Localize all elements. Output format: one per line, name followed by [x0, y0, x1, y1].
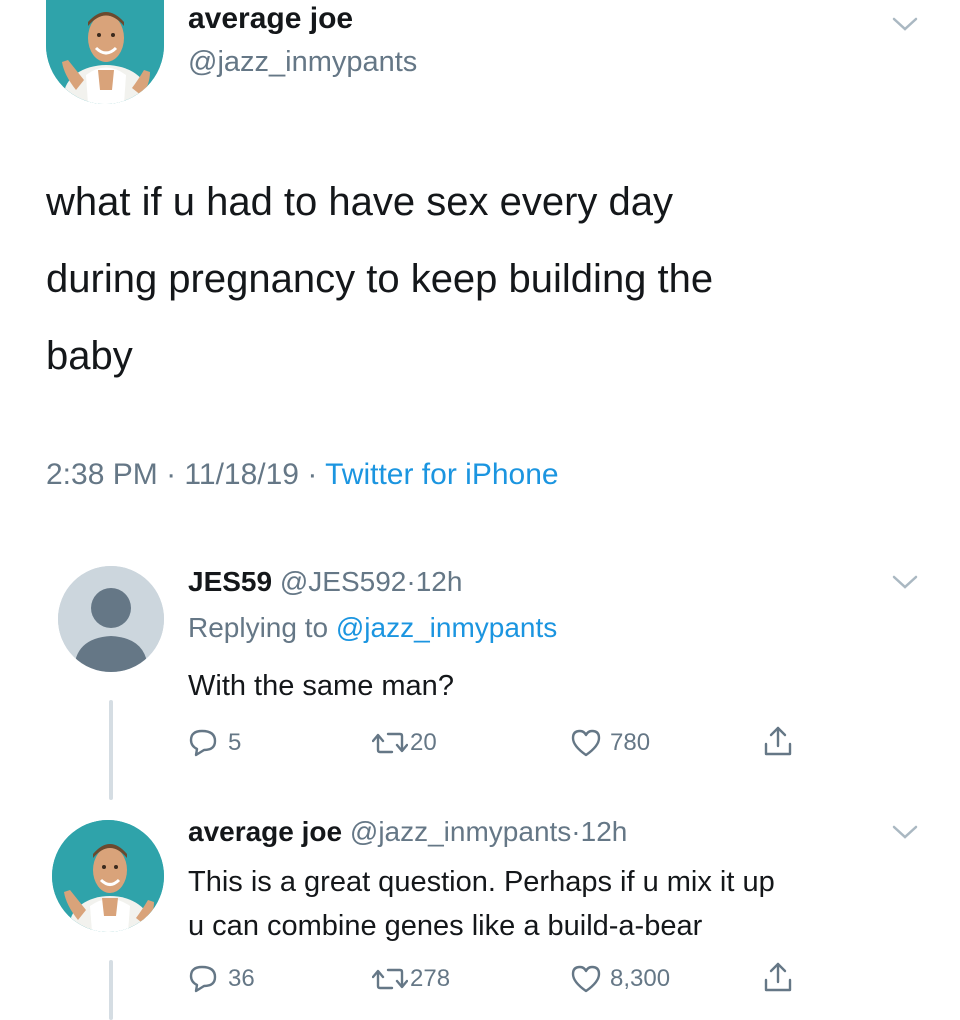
reply-header: JES59 @JES592·12h: [188, 566, 462, 598]
reply-count: 5: [228, 729, 242, 756]
meta-separator: ·: [571, 816, 581, 847]
meta-separator: ·: [307, 458, 318, 491]
author-handle[interactable]: @jazz_inmypants: [188, 46, 417, 79]
thread-line: [109, 700, 113, 800]
replying-to: Replying to @jazz_inmypants: [188, 612, 557, 644]
avatar[interactable]: [46, 0, 164, 104]
tweet-text-line: during pregnancy to keep building the: [46, 257, 714, 301]
tweet-time[interactable]: 2:38 PM: [46, 458, 158, 491]
meta-separator: ·: [166, 458, 177, 491]
share-icon: [764, 726, 792, 756]
replying-to-prefix: Replying to: [188, 612, 329, 643]
reply-text: With the same man?: [188, 670, 454, 702]
like-button[interactable]: 780: [570, 728, 650, 758]
avatar-photo-icon: [46, 0, 164, 104]
tweet-meta: 2:38 PM · 11/18/19 · Twitter for iPhone: [46, 458, 559, 492]
like-count: 780: [610, 729, 651, 756]
reply-button[interactable]: 5: [188, 728, 241, 758]
reply-text-line: This is a great question. Perhaps if u m…: [188, 866, 775, 898]
comment-icon: [189, 729, 217, 757]
retweet-button[interactable]: 278: [372, 964, 450, 994]
avatar[interactable]: [52, 820, 164, 932]
retweet-count: 20: [410, 729, 437, 756]
tweet-date[interactable]: 11/18/19: [184, 458, 299, 491]
reply-header: average joe @jazz_inmypants·12h: [188, 816, 627, 848]
tweet-text: what if u had to have sex every day duri…: [46, 164, 713, 395]
reply-text-line: u can combine genes like a build-a-bear: [188, 910, 703, 942]
like-button[interactable]: 8,300: [570, 964, 670, 994]
like-count: 8,300: [610, 965, 671, 992]
tweet-source-link[interactable]: Twitter for iPhone: [325, 458, 558, 491]
chevron-down-icon[interactable]: [890, 572, 920, 597]
author-name[interactable]: average joe: [188, 2, 353, 36]
reply-author-handle[interactable]: @jazz_inmypants: [350, 816, 571, 847]
replying-to-handle[interactable]: @jazz_inmypants: [336, 612, 557, 643]
retweet-button[interactable]: 20: [372, 728, 437, 758]
reply-count: 36: [228, 965, 255, 992]
chevron-down-icon[interactable]: [890, 822, 920, 847]
default-profile-icon: [58, 566, 164, 672]
comment-icon: [189, 965, 217, 993]
reply-text: This is a great question. Perhaps if u m…: [188, 860, 775, 948]
reply-author-handle[interactable]: @JES592: [280, 566, 407, 597]
reply-author-name[interactable]: average joe: [188, 816, 342, 847]
reply-button[interactable]: 36: [188, 964, 255, 994]
share-icon: [764, 962, 792, 992]
tweet-text-line: what if u had to have sex every day: [46, 180, 674, 224]
heart-icon: [571, 729, 601, 757]
tweet-text-line: baby: [46, 334, 133, 378]
share-button[interactable]: [762, 724, 794, 758]
reply-author-name[interactable]: JES59: [188, 566, 272, 597]
default-avatar[interactable]: [58, 566, 164, 672]
reply-time[interactable]: 12h: [416, 566, 463, 597]
retweet-icon: [372, 968, 408, 990]
share-button[interactable]: [762, 960, 794, 994]
retweet-icon: [372, 732, 408, 754]
avatar-photo-icon: [52, 820, 164, 932]
reply-time[interactable]: 12h: [581, 816, 628, 847]
meta-separator: ·: [406, 566, 416, 597]
thread-line: [109, 960, 113, 1020]
retweet-count: 278: [410, 965, 451, 992]
heart-icon: [571, 965, 601, 993]
chevron-down-icon[interactable]: [890, 14, 920, 39]
